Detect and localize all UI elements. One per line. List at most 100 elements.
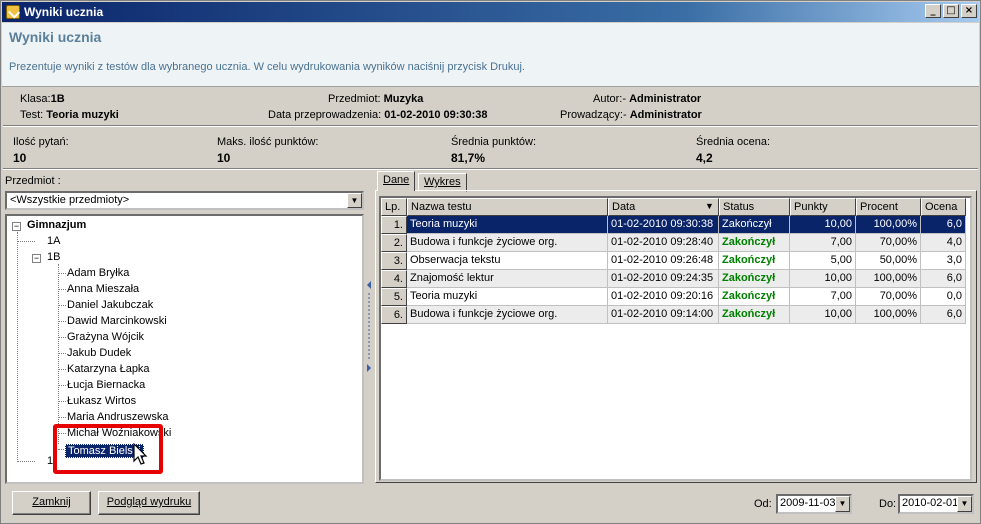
do-date-picker[interactable]: 2010-02-01 ▼ [898,494,974,514]
table-cell: Zakończył [719,252,790,270]
tree-line [58,401,66,402]
chevron-down-icon[interactable]: ▼ [347,193,362,208]
column-header[interactable]: Procent [856,198,921,216]
window-controls: _ □ × [923,4,977,18]
prowadzacy-label: Prowadzący:- Administrator [560,109,702,121]
column-header[interactable]: Ocena [921,198,966,216]
zamknij-button[interactable]: Zamknij [12,491,91,515]
table-cell: 100,00% [856,216,921,234]
tree-class-1b[interactable]: 1B [47,251,60,263]
table-cell: 5,00 [790,252,856,270]
collapse-icon[interactable]: − [12,222,21,231]
table-cell: 70,00% [856,234,921,252]
od-date-value: 2009-11-03 [780,497,836,509]
column-header[interactable]: Lp. [381,198,407,216]
page-description: Prezentuje wyniki z testów dla wybranego… [9,61,525,73]
column-header[interactable]: Data [608,198,719,216]
table-cell: Obserwacja tekstu [407,252,608,270]
column-header[interactable]: Punkty [790,198,856,216]
app-icon [6,5,20,19]
autor-value: Administrator [629,93,702,105]
data-label: Data przeprowadzenia: 01-02-2010 09:30:3… [268,109,488,121]
tree-line [58,321,66,322]
table-cell: Budowa i funkcje życiowe org. [407,234,608,252]
tree-student[interactable]: Maria Andruszewska [67,411,169,423]
tree-student[interactable]: Katarzyna Łapka [67,363,150,375]
tree-student[interactable]: Dawid Marcinkowski [67,315,167,327]
tree-student[interactable]: Łukasz Wirtos [67,395,136,407]
page-title: Wyniki ucznia [9,29,102,45]
srednia-ocena-label: Średnia ocena: [696,136,770,148]
tree-student[interactable]: Grażyna Wójcik [67,331,144,343]
results-grid[interactable]: Lp. Nazwa testu Data Status Punkty Procent Oce… [379,196,972,481]
separator [3,168,978,170]
maximize-button[interactable]: □ [943,4,959,18]
close-button[interactable]: × [961,4,977,18]
splitter-handle[interactable] [365,279,373,374]
table-cell: Zakończył [719,288,790,306]
tree-student[interactable]: Adam Bryłka [67,267,129,279]
data-value: 01-02-2010 09:30:38 [384,109,488,121]
tree-line [58,289,66,290]
table-cell: 10,00 [790,270,856,288]
table-cell: 7,00 [790,234,856,252]
tree-line [58,369,66,370]
table-cell: 6. [381,306,407,324]
title-bar: Wyniki ucznia _ □ × [2,2,979,22]
table-cell: 01-02-2010 09:28:40 [608,234,719,252]
table-cell: 6,0 [921,270,966,288]
przedmiot-info-value: Muzyka [383,93,424,105]
klasa-value: 1B [50,93,65,105]
pytan-value: 10 [13,151,27,165]
column-header[interactable]: Status [719,198,790,216]
chevron-down-icon[interactable]: ▼ [835,496,850,512]
mouse-cursor-icon [133,443,148,465]
tree-student[interactable]: Łucja Biernacka [67,379,145,391]
tree-line [58,337,66,338]
column-header[interactable]: Nazwa testu [407,198,608,216]
table-cell: Budowa i funkcje życiowe org. [407,306,608,324]
tree-line [58,385,66,386]
maks-value: 10 [217,151,231,165]
header-panel: Wyniki ucznia Prezentuje wyniki z testów… [2,23,979,87]
przedmiot-select-value: <Wszystkie przedmioty> [10,194,130,206]
table-cell: Zakończył [719,306,790,324]
table-cell: 10,00 [790,216,856,234]
table-cell: 01-02-2010 09:24:35 [608,270,719,288]
table-cell: 4,0 [921,234,966,252]
od-date-picker[interactable]: 2009-11-03 ▼ [776,494,852,514]
autor-label: Autor:- Administrator [593,93,702,105]
maks-label: Maks. ilość punktów: [217,136,319,148]
tab-dane[interactable]: Dane [377,171,416,191]
prowadzacy-value: Administrator [629,109,702,121]
tree-root[interactable]: Gimnazjum [27,219,86,231]
table-cell: 4. [381,270,407,288]
przedmiot-info-label: Przedmiot: Muzyka [328,93,424,105]
chevron-down-icon[interactable]: ▼ [957,496,972,512]
tree-student[interactable]: Jakub Dudek [67,347,131,359]
table-cell: 1. [381,216,407,234]
tree-line [58,353,66,354]
minimize-button[interactable]: _ [925,4,941,18]
table-cell: Zakończył [719,216,790,234]
tree-student[interactable]: Anna Mieszała [67,283,139,295]
table-cell: 01-02-2010 09:14:00 [608,306,719,324]
collapse-icon[interactable]: − [32,254,41,263]
srednia-punktow-label: Średnia punktów: [451,136,536,148]
test-label: Test: Teoria muzyki [20,109,119,121]
table-cell: 6,0 [921,306,966,324]
table-cell: 3,0 [921,252,966,270]
podglad-wydruku-button[interactable]: Podgląd wydruku [98,491,200,515]
przedmiot-select[interactable]: <Wszystkie przedmioty> ▼ [5,191,364,210]
tree-class-1a[interactable]: 1A [47,235,60,247]
tree-line [58,305,66,306]
tree-student[interactable]: Daniel Jakubczak [67,299,153,311]
right-panel: Dane Wykres Lp. Nazwa testu Data Status Punk… [375,171,979,484]
table-cell: Teoria muzyki [407,216,608,234]
table-cell: 100,00% [856,306,921,324]
tree-line [17,461,35,462]
pytan-label: Ilość pytań: [13,136,69,148]
table-cell: 2. [381,234,407,252]
table-cell: 100,00% [856,270,921,288]
table-cell: 70,00% [856,288,921,306]
